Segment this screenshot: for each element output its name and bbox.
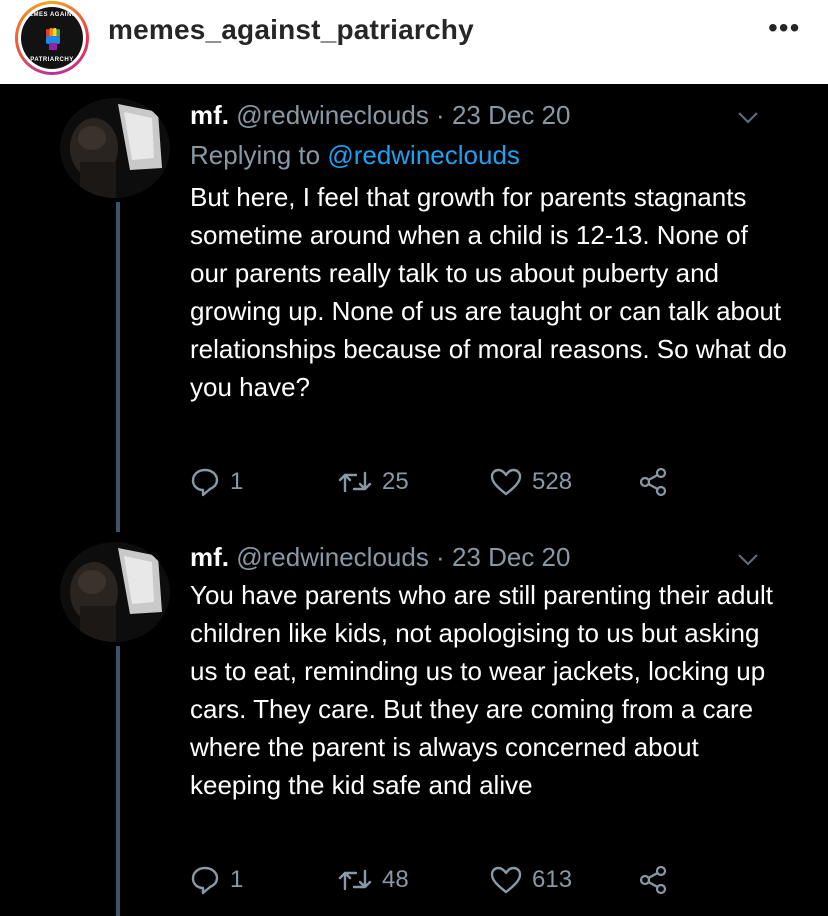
replying-to: Replying to @redwineclouds bbox=[190, 140, 520, 171]
heart-icon bbox=[490, 468, 522, 496]
retweet-icon bbox=[338, 471, 372, 493]
reply-icon bbox=[191, 468, 219, 497]
more-options-icon[interactable]: ••• bbox=[768, 14, 800, 42]
retweet-icon bbox=[338, 869, 372, 891]
account-avatar[interactable]: MEMES AGAINST PATRIARCHY bbox=[15, 1, 89, 75]
like-count: 528 bbox=[532, 468, 573, 495]
avatar-text-top: MEMES AGAINST bbox=[23, 12, 81, 18]
tweet-avatar[interactable] bbox=[60, 98, 170, 198]
like-button[interactable]: 528 bbox=[490, 464, 572, 500]
thread-line bbox=[116, 202, 120, 532]
tweet-text: But here, I feel that growth for parents… bbox=[190, 182, 787, 402]
retweet-count: 25 bbox=[382, 468, 409, 495]
retweet-button[interactable]: 48 bbox=[338, 862, 409, 898]
chevron-down-icon[interactable] bbox=[736, 552, 760, 568]
retweet-button[interactable]: 25 bbox=[338, 464, 409, 500]
author-name[interactable]: mf. bbox=[190, 100, 229, 130]
raised-fist-icon bbox=[46, 28, 60, 50]
reply-count: 1 bbox=[230, 468, 244, 495]
share-button[interactable] bbox=[638, 464, 668, 500]
tweet-screenshot: mf. @redwineclouds · 23 Dec 20 Replying … bbox=[0, 84, 828, 916]
tweet-header: mf. @redwineclouds · 23 Dec 20 bbox=[190, 100, 570, 131]
account-username[interactable]: memes_against_patriarchy bbox=[108, 14, 474, 46]
share-icon bbox=[639, 467, 667, 497]
retweet-count: 48 bbox=[382, 866, 409, 893]
profile-photo bbox=[60, 98, 170, 198]
chevron-down-icon[interactable] bbox=[736, 110, 760, 126]
post-header: MEMES AGAINST PATRIARCHY memes_against_p… bbox=[0, 0, 828, 84]
author-name[interactable]: mf. bbox=[190, 542, 229, 572]
tweet-actions: 1 25 528 bbox=[190, 464, 710, 500]
reply-count: 1 bbox=[230, 866, 244, 893]
heart-icon bbox=[490, 866, 522, 894]
tweet-avatar[interactable] bbox=[60, 542, 170, 642]
share-button[interactable] bbox=[638, 862, 668, 898]
replying-prefix: Replying to bbox=[190, 140, 321, 170]
replying-handle-link[interactable]: @redwineclouds bbox=[327, 140, 520, 170]
author-meta: @redwineclouds · 23 Dec 20 bbox=[236, 100, 571, 130]
tweet-text: You have parents who are still parenting… bbox=[190, 580, 773, 800]
tweet-header: mf. @redwineclouds · 23 Dec 20 bbox=[190, 542, 570, 573]
like-button[interactable]: 613 bbox=[490, 862, 572, 898]
reply-icon bbox=[191, 866, 219, 895]
like-count: 613 bbox=[532, 866, 573, 893]
avatar-text-bottom: PATRIARCHY bbox=[30, 57, 74, 63]
author-meta: @redwineclouds · 23 Dec 20 bbox=[236, 542, 571, 572]
tweet-actions: 1 48 613 bbox=[190, 862, 710, 898]
reply-button[interactable]: 1 bbox=[190, 862, 243, 898]
thread-line bbox=[116, 646, 120, 916]
reply-button[interactable]: 1 bbox=[190, 464, 243, 500]
share-icon bbox=[639, 865, 667, 895]
profile-photo bbox=[60, 542, 170, 642]
